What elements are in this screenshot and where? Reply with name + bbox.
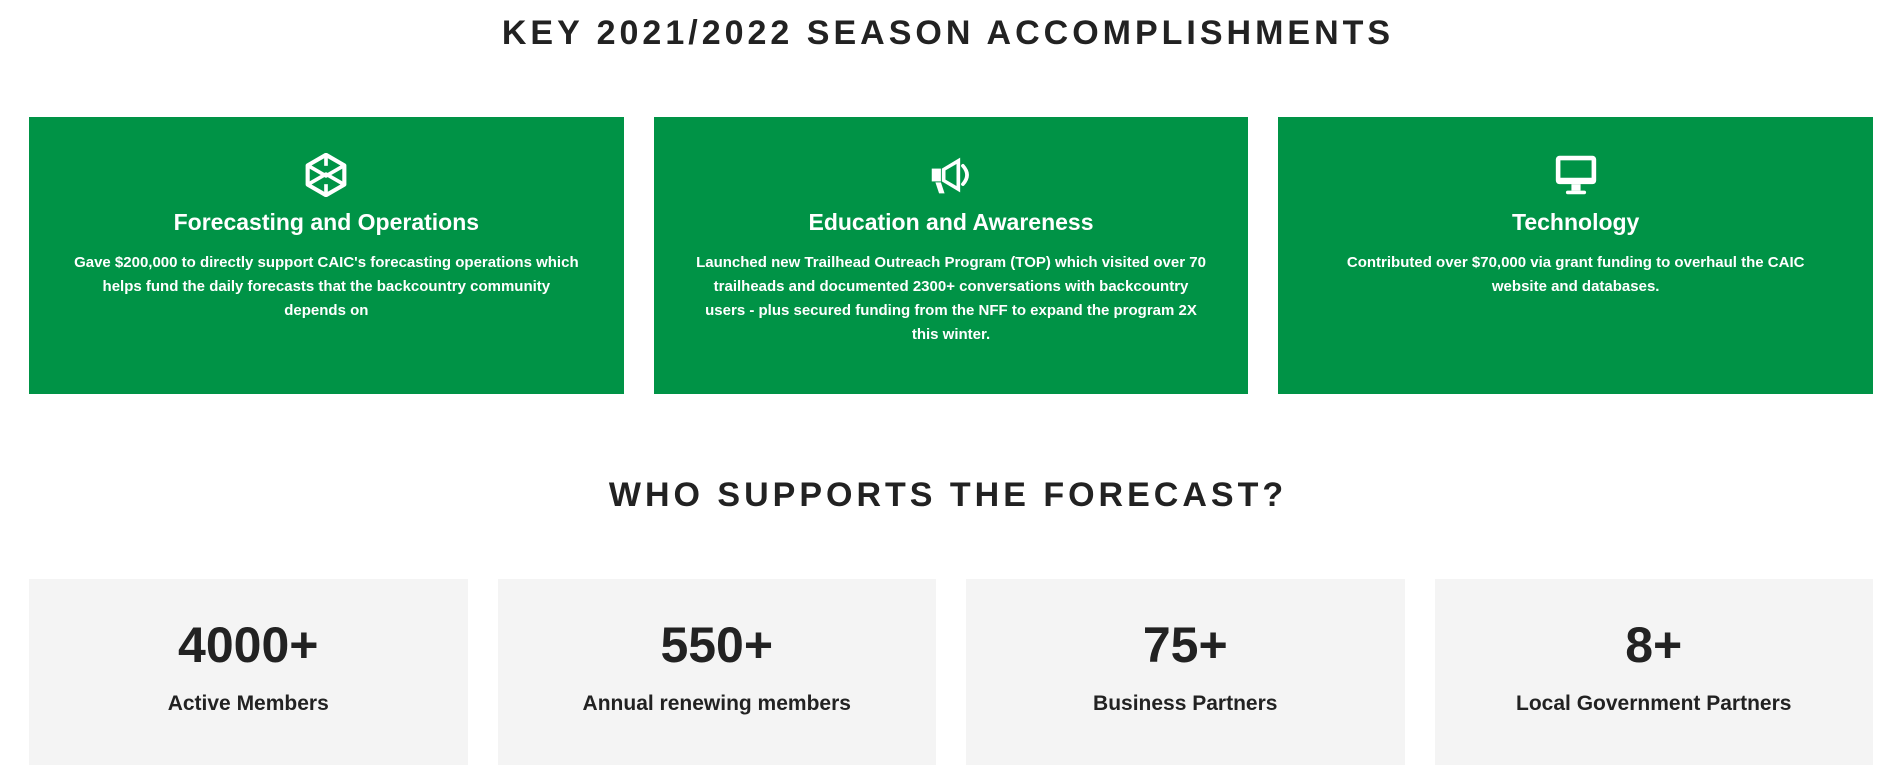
- stat-label: Annual renewing members: [582, 692, 851, 715]
- card-education-awareness: Education and Awareness Launched new Tra…: [653, 117, 1249, 394]
- stat-value: 550+: [660, 617, 774, 673]
- accomplishment-cards: Forecasting and Operations Gave $200,000…: [29, 117, 1874, 394]
- stat-label: Local Government Partners: [1516, 692, 1792, 715]
- stat-local-government-partners: 8+ Local Government Partners: [1434, 579, 1873, 765]
- accomplishments-heading: KEY 2021/2022 SEASON ACCOMPLISHMENTS: [501, 14, 1395, 52]
- card-description: Launched new Trailhead Outreach Program …: [696, 254, 1206, 343]
- stat-label: Business Partners: [1093, 692, 1278, 715]
- card-title: Technology: [1512, 209, 1640, 235]
- stat-annual-renewing-members: 550+ Annual renewing members: [497, 579, 936, 765]
- codepen-cube-icon: [305, 153, 347, 197]
- page: KEY 2021/2022 SEASON ACCOMPLISHMENTS For…: [0, 0, 1896, 765]
- stat-active-members: 4000+ Active Members: [29, 579, 468, 765]
- stat-label: Active Members: [167, 692, 329, 715]
- stat-value: 8+: [1625, 617, 1683, 673]
- card-technology: Technology Contributed over $70,000 via …: [1278, 117, 1874, 394]
- stat-value: 75+: [1142, 617, 1228, 673]
- card-description: Contributed over $70,000 via grant fundi…: [1346, 254, 1805, 295]
- card-title: Education and Awareness: [808, 209, 1094, 235]
- supporter-stats: 4000+ Active Members 550+ Annual renewin…: [29, 579, 1873, 765]
- stat-business-partners: 75+ Business Partners: [966, 579, 1405, 765]
- card-description: Gave $200,000 to directly support CAIC's…: [74, 254, 579, 319]
- card-forecasting-operations: Forecasting and Operations Gave $200,000…: [29, 117, 624, 394]
- supporters-heading: WHO SUPPORTS THE FORECAST?: [608, 476, 1288, 514]
- megaphone-icon: [931, 157, 969, 194]
- desktop-monitor-icon: [1555, 155, 1596, 195]
- card-title: Forecasting and Operations: [173, 209, 480, 235]
- stat-value: 4000+: [178, 617, 319, 673]
